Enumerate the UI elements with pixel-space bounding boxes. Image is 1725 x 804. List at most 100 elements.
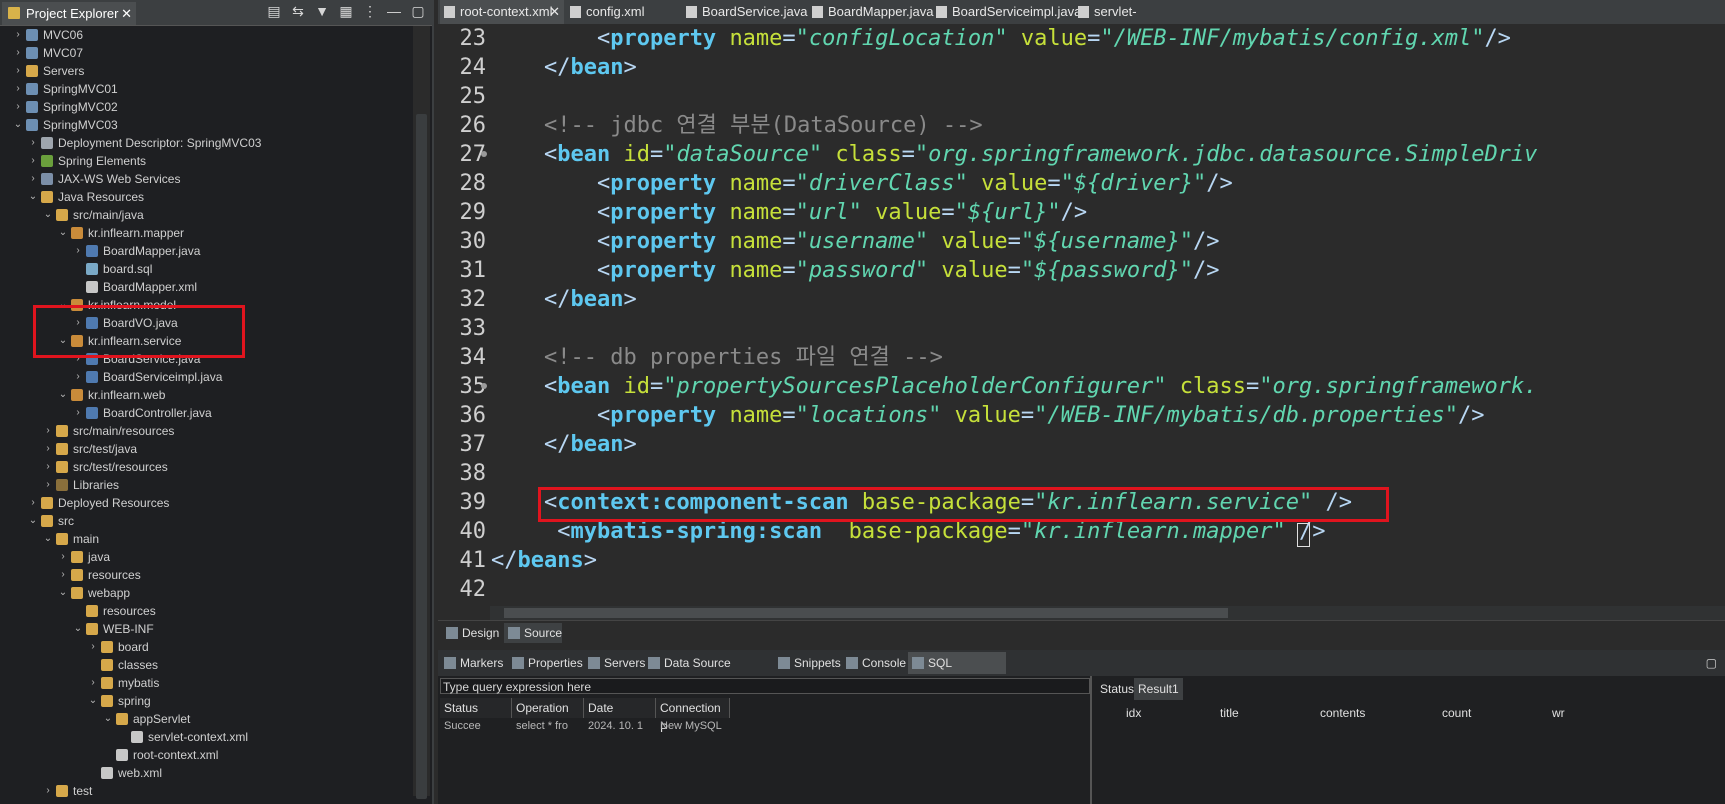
editor-tab[interactable]: BoardServiceimpl.java [932,0,1081,24]
chevron-down-icon[interactable]: ⌄ [27,512,39,530]
code-line[interactable]: 37 </bean> [438,430,1725,459]
tree-item[interactable]: web.xml [0,764,432,782]
fold-marker-icon[interactable] [481,383,487,389]
tree-item[interactable]: ⌄ Java Resources [0,188,432,206]
tree-item[interactable]: › src/test/java [0,440,432,458]
tree-item[interactable]: › resources [0,566,432,584]
tree-item[interactable]: › Deployment Descriptor: SpringMVC03 [0,134,432,152]
minimize-icon[interactable]: — [386,3,402,23]
tree-item[interactable]: ⌄ SpringMVC03 [0,116,432,134]
tree-item[interactable]: classes [0,656,432,674]
panel-tab[interactable]: SQL Results✕ [908,652,1006,692]
chevron-down-icon[interactable]: ⌄ [57,386,69,404]
tree-item[interactable]: ⌄ webapp [0,584,432,602]
result-column-header[interactable]: wr [1552,704,1565,722]
explorer-scrollbar[interactable] [413,26,430,799]
code-line[interactable]: 36 <property name="locations" value="/WE… [438,401,1725,430]
tree-item[interactable]: › MVC06 [0,26,432,44]
panel-tab[interactable]: Snippets [774,652,841,674]
tree-item[interactable]: › test [0,782,432,800]
code-line[interactable]: 38 [438,459,1725,488]
chevron-down-icon[interactable]: ⌄ [27,188,39,206]
chevron-down-icon[interactable]: ⌄ [57,224,69,242]
tab-design[interactable]: Design [442,623,500,643]
chevron-right-icon[interactable]: › [27,170,39,188]
tab-status[interactable]: Status [1096,678,1138,700]
chevron-right-icon[interactable]: › [12,80,24,98]
tree-item[interactable]: › board [0,638,432,656]
code-line[interactable]: 31 <property name="password" value="${pa… [438,256,1725,285]
tree-item[interactable]: › src/main/resources [0,422,432,440]
tree-item[interactable]: › mybatis [0,674,432,692]
code-line[interactable]: 32 </bean> [438,285,1725,314]
tree-item[interactable]: › Deployed Resources [0,494,432,512]
code-line[interactable]: 35 <bean id="propertySourcesPlaceholderC… [438,372,1725,401]
chevron-right-icon[interactable]: › [57,566,69,584]
tree-item[interactable]: › BoardController.java [0,404,432,422]
tree-item[interactable]: › Libraries [0,476,432,494]
code-line[interactable]: 41 </beans> [438,546,1725,575]
chevron-right-icon[interactable]: › [87,674,99,692]
chevron-right-icon[interactable]: › [42,458,54,476]
chevron-right-icon[interactable]: › [27,152,39,170]
editor-tab[interactable]: config.xml [566,0,676,24]
table-cell[interactable]: select * fro [512,718,584,734]
panel-tab[interactable]: Console [842,652,906,674]
code-line[interactable]: 26 <!-- jdbc 연결 부분(DataSource) --> [438,111,1725,140]
chevron-down-icon[interactable]: ⌄ [42,206,54,224]
scroll-thumb[interactable] [416,114,427,799]
tree-item[interactable]: servlet-context.xml [0,728,432,746]
table-cell[interactable]: Succee [440,718,512,734]
tree-item[interactable]: board.sql [0,260,432,278]
tree-item[interactable]: BoardMapper.xml [0,278,432,296]
panel-tab[interactable]: Properties [508,652,583,674]
close-icon[interactable]: ✕ [549,0,560,24]
table-cell[interactable]: 2024. 10. 1 [584,718,656,734]
chevron-right-icon[interactable]: › [42,476,54,494]
chevron-right-icon[interactable]: › [57,548,69,566]
tab-source[interactable]: Source [504,623,562,643]
tree-item[interactable]: ⌄ main [0,530,432,548]
tree-item[interactable]: › JAX-WS Web Services [0,170,432,188]
code-line[interactable]: 25 [438,82,1725,111]
chevron-down-icon[interactable]: ⌄ [57,584,69,602]
code-line[interactable]: 33 [438,314,1725,343]
chevron-down-icon[interactable]: ⌄ [12,116,24,134]
chevron-right-icon[interactable]: › [27,494,39,512]
result-column-header[interactable]: title [1220,704,1239,722]
tree-item[interactable]: › BoardMapper.java [0,242,432,260]
code-line[interactable]: 23 <property name="configLocation" value… [438,24,1725,53]
panel-tab[interactable]: Data Source Explorer [644,652,772,692]
maximize-icon[interactable]: ▢ [410,3,426,23]
code-line[interactable]: 24 </bean> [438,53,1725,82]
collapse-all-icon[interactable]: ▤ [266,3,282,23]
result-column-header[interactable]: count [1442,704,1471,722]
editor-tab[interactable]: root-context.xml ✕ [440,0,564,24]
code-line[interactable]: 30 <property name="username" value="${us… [438,227,1725,256]
column-header[interactable]: Status [440,698,512,718]
fold-marker-icon[interactable] [481,151,487,157]
chevron-right-icon[interactable]: › [12,26,24,44]
column-header[interactable]: Operation [512,698,584,718]
chevron-right-icon[interactable]: › [42,422,54,440]
chevron-right-icon[interactable]: › [72,404,84,422]
filter-icon[interactable]: ▼ [314,3,330,23]
tree-item[interactable]: › Spring Elements [0,152,432,170]
tab-result1[interactable]: Result1 [1134,678,1183,700]
editor-tab[interactable]: servlet-context.xml [1074,0,1202,43]
editor-hscrollbar[interactable] [490,606,1725,620]
chevron-right-icon[interactable]: › [42,782,54,800]
tree-item[interactable]: ⌄ src/main/java [0,206,432,224]
editor-tab[interactable]: BoardService.java [682,0,808,24]
tree-item[interactable]: › Servers [0,62,432,80]
tab-project-explorer[interactable]: Project Explorer ✕ [2,2,136,25]
close-icon[interactable]: ✕ [121,2,132,25]
query-input[interactable]: Type query expression here [440,678,1090,694]
tree-item[interactable]: › java [0,548,432,566]
tree-item[interactable]: ⌄ appServlet [0,710,432,728]
panel-tab[interactable]: Servers [584,652,645,674]
column-header[interactable]: Date [584,698,656,718]
tree-item[interactable]: › BoardServiceimpl.java [0,368,432,386]
chevron-right-icon[interactable]: › [27,134,39,152]
chevron-down-icon[interactable]: ⌄ [102,710,114,728]
